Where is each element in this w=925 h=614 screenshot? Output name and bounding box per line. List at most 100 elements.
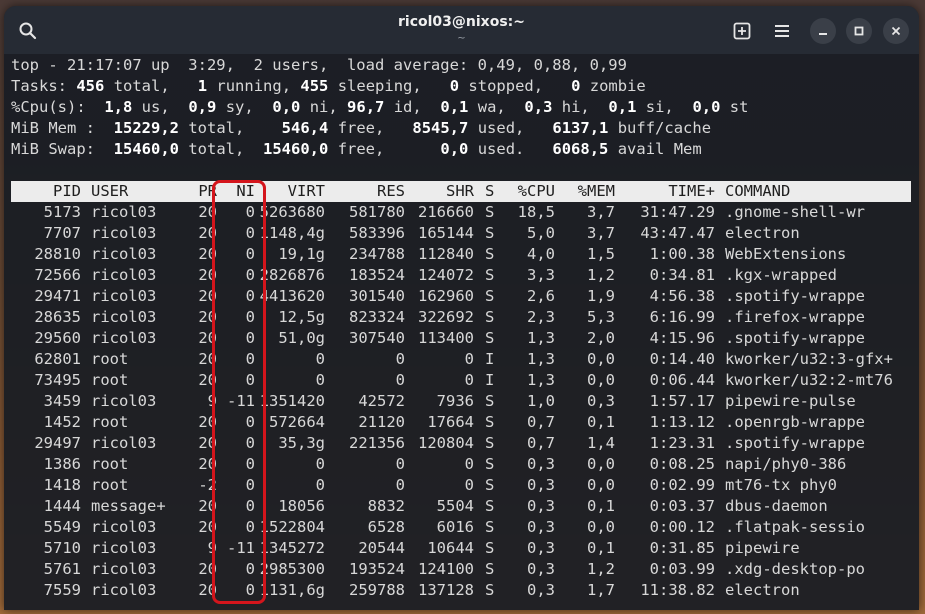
- terminal-content[interactable]: top - 21:17:07 up 3:29, 2 users, load av…: [4, 54, 919, 610]
- cell-shr: 137128: [418, 581, 474, 599]
- col-ni[interactable]: NI: [217, 181, 255, 202]
- table-row[interactable]: 28635 ricol03 20 0 12,5g 823324 322692 S 2,3 5,3 6…: [11, 307, 911, 328]
- cell-cpu: 0,3: [527, 560, 555, 578]
- cell-res: 8832: [367, 497, 405, 515]
- cell-shr: 113400: [418, 329, 474, 347]
- cell-pid: 73495: [34, 371, 81, 389]
- col-virt[interactable]: VIRT: [255, 181, 325, 202]
- cell-command: .xdg-desktop-po: [725, 560, 865, 578]
- table-row[interactable]: 29497 ricol03 20 0 35,3g 221356 120804 S 0,7 1,4 1…: [11, 433, 911, 454]
- table-row[interactable]: 62801 root 20 0 0 0 0 I 1,3 0,0 0:14.40 kworker/u32…: [11, 349, 911, 370]
- cell-pid: 7559: [43, 581, 81, 599]
- table-row[interactable]: 5710 ricol03 9 -11 1345272 20544 10644 S 0,3 0,1 0…: [11, 538, 911, 559]
- cell-state: S: [485, 224, 495, 242]
- table-row[interactable]: 7559 ricol03 20 0 1131,6g 259788 137128 S 0,3 1,7…: [11, 580, 911, 601]
- cell-command: .openrgb-wrappe: [725, 413, 865, 431]
- table-row[interactable]: 1386 root 20 0 0 0 0 S 0,3 0,0 0:08.25 napi/phy0-38…: [11, 454, 911, 475]
- col-state[interactable]: S: [485, 181, 494, 202]
- cell-mem: 1,2: [587, 266, 615, 284]
- minimize-icon[interactable]: [810, 18, 836, 44]
- cell-pr: 20: [198, 371, 217, 389]
- cell-shr: 17664: [427, 413, 474, 431]
- col-pid[interactable]: PID: [11, 181, 81, 202]
- cell-command: napi/phy0-386: [725, 455, 847, 473]
- cell-mem: 2,0: [587, 329, 615, 347]
- cell-state: S: [485, 392, 495, 410]
- table-row[interactable]: 5549 ricol03 20 0 1522804 6528 6016 S 0,3 0,0 0:00…: [11, 517, 911, 538]
- table-row[interactable]: 5173 ricol03 20 0 5263680 581780 216660 S 18,5 3,…: [11, 202, 911, 223]
- col-cpu[interactable]: %CPU: [501, 181, 555, 202]
- table-row[interactable]: 1444 message+ 20 0 18056 8832 5504 S 0,3 0,1 0:03.…: [11, 496, 911, 517]
- cell-state: S: [485, 518, 495, 536]
- cell-time: 11:38.82: [640, 581, 715, 599]
- col-pr[interactable]: PR: [181, 181, 217, 202]
- cell-mem: 0,0: [587, 518, 615, 536]
- cell-time: 0:02.99: [649, 476, 715, 494]
- table-row[interactable]: 7707 ricol03 20 0 1148,4g 583396 165144 S 5,0 3,7…: [11, 223, 911, 244]
- cell-virt: 1345272: [259, 539, 325, 557]
- cell-command: .firefox-wrappe: [725, 308, 865, 326]
- cell-pr: 20: [198, 329, 217, 347]
- cell-shr: 112840: [418, 245, 474, 263]
- maximize-icon[interactable]: [846, 18, 872, 44]
- cell-mem: 0,1: [587, 413, 615, 431]
- col-command[interactable]: COMMAND: [725, 181, 790, 202]
- new-tab-icon[interactable]: [729, 18, 755, 44]
- cell-mem: 5,3: [587, 308, 615, 326]
- cell-ni: 0: [245, 476, 255, 494]
- cell-virt: 18056: [278, 497, 325, 515]
- cell-command: dbus-daemon: [725, 497, 828, 515]
- cell-shr: 322692: [418, 308, 474, 326]
- cell-time: 1:13.12: [649, 413, 715, 431]
- table-row[interactable]: 29471 ricol03 20 0 4413620 301540 162960 S 2,6 1,…: [11, 286, 911, 307]
- cell-res: 0: [395, 350, 405, 368]
- cell-mem: 1,2: [587, 560, 615, 578]
- cell-ni: 0: [245, 581, 255, 599]
- col-res[interactable]: RES: [325, 181, 405, 202]
- cell-pid: 1444: [43, 497, 81, 515]
- col-user[interactable]: USER: [91, 181, 128, 202]
- cell-user: root: [91, 413, 129, 431]
- table-row[interactable]: 1418 root -2 0 0 0 0 S 0,3 0,0 0:02.99 mt76-tx phy0: [11, 475, 911, 496]
- cell-virt: 572664: [269, 413, 325, 431]
- cell-ni: 0: [245, 371, 255, 389]
- table-row[interactable]: 72566 ricol03 20 0 2826876 183524 124072 S 3,3 1,…: [11, 265, 911, 286]
- cell-ni: 0: [245, 224, 255, 242]
- cell-time: 4:56.38: [649, 287, 715, 305]
- cell-user: ricol03: [91, 392, 157, 410]
- cell-command: kworker/u32:3-gfx+: [725, 350, 893, 368]
- cell-pid: 1418: [43, 476, 81, 494]
- cpu-line: %Cpu(s): 1,8 us, 0,9 sy, 0,0 ni, 96,7 id…: [11, 98, 749, 116]
- cell-res: 0: [395, 371, 405, 389]
- col-time[interactable]: TIME+: [615, 181, 715, 202]
- cell-mem: 0,0: [587, 476, 615, 494]
- table-row[interactable]: 29560 ricol03 20 0 51,0g 307540 113400 S 1,3 2,0 4…: [11, 328, 911, 349]
- cell-state: S: [485, 434, 495, 452]
- cell-res: 193524: [349, 560, 405, 578]
- cell-virt: 5263680: [259, 203, 325, 221]
- col-shr[interactable]: SHR: [405, 181, 474, 202]
- table-row[interactable]: 73495 root 20 0 0 0 0 I 1,3 0,0 0:06.44 kworker/u32…: [11, 370, 911, 391]
- cell-pr: 20: [198, 413, 217, 431]
- cell-pr: 20: [198, 434, 217, 452]
- col-mem[interactable]: %MEM: [555, 181, 615, 202]
- cell-user: ricol03: [91, 266, 157, 284]
- table-row[interactable]: 1452 root 20 0 572664 21120 17664 S 0,7 0,1 1:13.1…: [11, 412, 911, 433]
- cell-res: 259788: [349, 581, 405, 599]
- cell-time: 4:15.96: [649, 329, 715, 347]
- cell-res: 234788: [349, 245, 405, 263]
- cell-command: pipewire: [725, 539, 800, 557]
- cell-cpu: 1,3: [527, 350, 555, 368]
- cell-mem: 0,0: [587, 350, 615, 368]
- table-row[interactable]: 3459 ricol03 9 -11 1351420 42572 7936 S 1,0 0,3 1:…: [11, 391, 911, 412]
- cell-command: .gnome-shell-wr: [725, 203, 865, 221]
- cell-user: ricol03: [91, 518, 157, 536]
- cell-user: ricol03: [91, 539, 157, 557]
- table-row[interactable]: 5761 ricol03 20 0 2985300 193524 124100 S 0,3 1,2…: [11, 559, 911, 580]
- menu-icon[interactable]: [769, 18, 795, 44]
- table-row[interactable]: 28810 ricol03 20 0 19,1g 234788 112840 S 4,0 1,5 1…: [11, 244, 911, 265]
- cell-user: ricol03: [91, 581, 157, 599]
- cell-virt: 12,5g: [278, 308, 325, 326]
- cell-virt: 1351420: [259, 392, 325, 410]
- close-icon[interactable]: [883, 18, 909, 44]
